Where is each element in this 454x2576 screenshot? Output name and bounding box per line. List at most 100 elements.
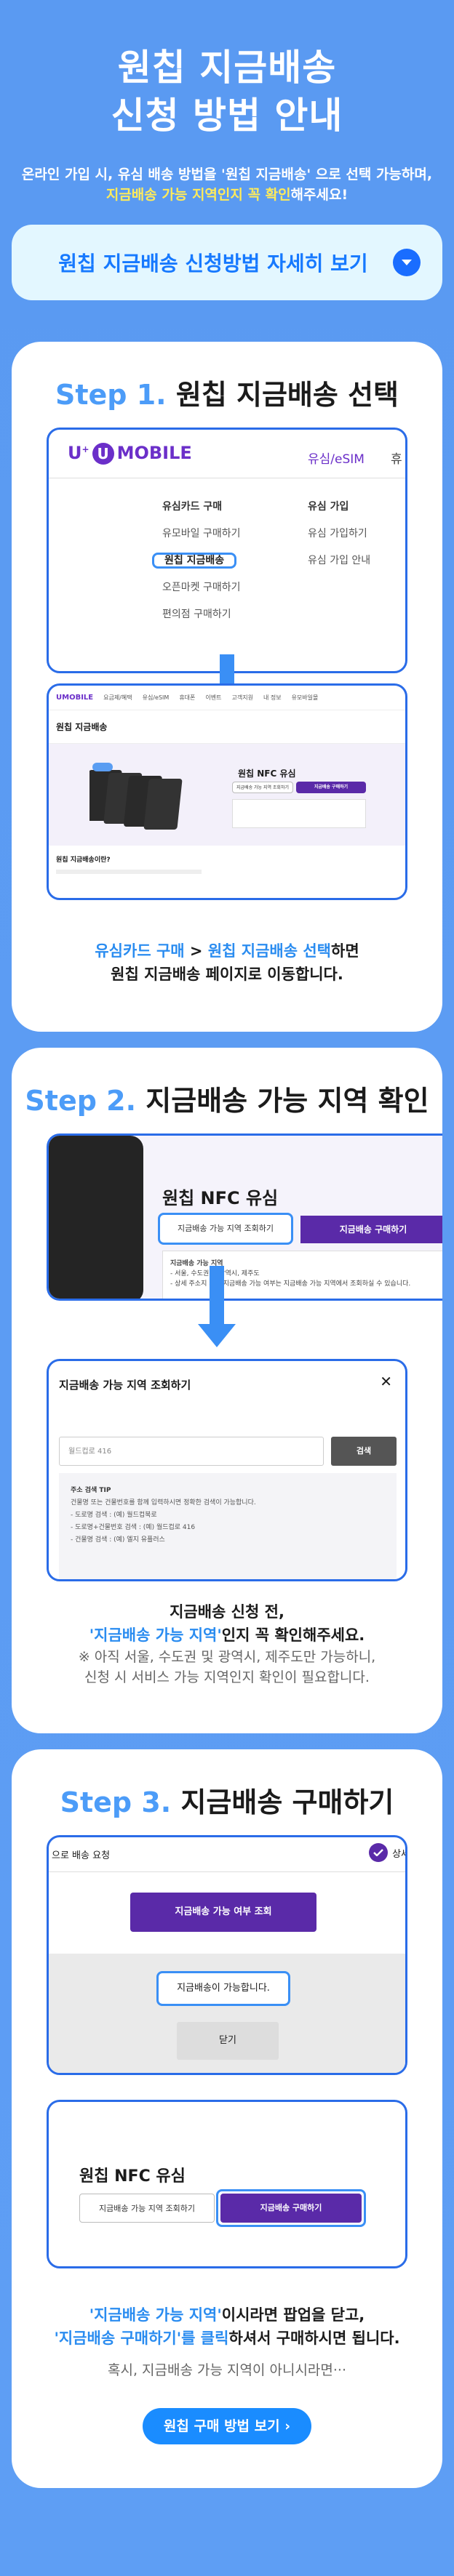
menu1-item-3[interactable]: 편의점 구매하기 bbox=[162, 601, 241, 628]
check-area-button[interactable]: 지금배송 가능 지역 조회하기 bbox=[79, 2194, 215, 2223]
caption-sep: > bbox=[184, 942, 208, 960]
mini-check-button[interactable]: 지금배송 가능 지역 조회하기 bbox=[232, 782, 293, 793]
buy-button[interactable]: 지금배송 구매하기 bbox=[300, 1216, 442, 1243]
delivery-request-label: 으로 배송 요청 bbox=[52, 1850, 111, 1861]
caption-rest: 하면 bbox=[331, 942, 359, 960]
close-icon[interactable]: ✕ bbox=[380, 1373, 392, 1390]
hero-subtitle-rest: 해주세요! bbox=[290, 187, 349, 203]
mini-nav-item[interactable]: 유모바일몰 bbox=[292, 694, 319, 702]
menu2-item-1[interactable]: 유심 가입 안내 bbox=[308, 547, 370, 574]
step3-heading: 지금배송 구매하기 bbox=[180, 1786, 394, 1818]
tip-line: 건물명 또는 건물번호를 함께 입력하시면 정확한 검색이 가능합니다. bbox=[71, 1499, 256, 1506]
caption-note1: ※ 아직 서울, 수도권 및 광역시, 제주도만 가능하니, bbox=[78, 1649, 376, 1665]
menu-highlight-label: 원칩 지금배송 bbox=[152, 553, 237, 569]
step2-number: Step 2. bbox=[25, 1085, 137, 1117]
tab-phone-cut[interactable]: 휴 bbox=[391, 449, 402, 467]
step3-card: Step 3. 지금배송 구매하기 으로 배송 요청 상세 지금배송 가능 여부… bbox=[12, 1749, 442, 2488]
caption-rest1: 이시라면 팝업을 닫고, bbox=[221, 2306, 365, 2324]
search-tip-box: 주소 검색 TIP 건물명 또는 건물번호를 함께 입력하시면 정확한 검색이 … bbox=[59, 1473, 397, 1579]
page-root: 원칩 지금배송 신청 방법 안내 온라인 가입 시, 유심 배송 방법을 '원칩… bbox=[0, 0, 454, 2576]
search-button[interactable]: 검색 bbox=[331, 1437, 397, 1466]
chevron-down-icon bbox=[393, 249, 421, 276]
step3-caption: '지금배송 가능 지역'이시라면 팝업을 닫고, '지금배송 구매하기'를 클릭… bbox=[12, 2303, 442, 2380]
caption-hl-c: 원칩 지금배송 선택 bbox=[207, 942, 331, 960]
toggle-label: 원칩 지금배송 신청방법 자세히 보기 bbox=[58, 252, 368, 276]
tab-usim-esim[interactable]: 유심/eSIM bbox=[308, 449, 365, 467]
buy-button[interactable]: 지금배송 구매하기 bbox=[220, 2194, 362, 2223]
step1-menu-screenshot: U+ U MOBILE 유심/eSIM 휴 유심카드 구매 유모바일 구매하기 원칩… bbox=[47, 428, 407, 673]
hero-title-line2: 신청 방법 안내 bbox=[111, 95, 343, 137]
mini-nav-item[interactable]: 내 정보 bbox=[263, 694, 282, 702]
menu1-item-1-highlight[interactable]: 원칩 지금배송 bbox=[152, 547, 241, 574]
mini-nav-item[interactable]: 휴대폰 bbox=[179, 694, 195, 702]
tip-head: 주소 검색 TIP bbox=[71, 1487, 111, 1494]
check-area-button[interactable]: 지금배송 가능 지역 조회하기 bbox=[158, 1213, 293, 1245]
mini-section-title: 원칩 지금배송이란? bbox=[56, 856, 111, 864]
step3-query-screenshot: 으로 배송 요청 상세 지금배송 가능 여부 조회 지금배송이 가능합니다. 닫… bbox=[47, 1835, 407, 2075]
detail-label: 상세 bbox=[392, 1848, 405, 1860]
step3-title: Step 3. 지금배송 구매하기 bbox=[12, 1780, 442, 1820]
address-search-input[interactable]: 월드컵로 416 bbox=[59, 1437, 324, 1466]
arrow-down-icon bbox=[198, 1266, 236, 1347]
caption-hl2: '지금배송 구매하기'를 클릭 bbox=[54, 2330, 229, 2347]
menu-usim-join: 유심 가입 유심 가입하기 유심 가입 안내 bbox=[308, 494, 370, 574]
caption-rest: 인지 꼭 확인해주세요. bbox=[221, 1626, 365, 1644]
step1-card: Step 1. 원칩 지금배송 선택 U+ U MOBILE 유심/eSIM 휴 유… bbox=[12, 342, 442, 1032]
menu1-item-2[interactable]: 오픈마켓 구매하기 bbox=[162, 574, 241, 601]
check-icon bbox=[369, 1843, 389, 1862]
caption-rest2: 하셔서 구매하시면 됩니다. bbox=[228, 2330, 400, 2347]
step2-card: Step 2. 지금배송 가능 지역 확인 원칩 NFC 유심 지금배송 가능 … bbox=[12, 1048, 442, 1733]
hero-title-line1: 원칩 지금배송 bbox=[117, 47, 337, 89]
mini-banner: 원칩 NFC 유심 지금배송 가능 지역 조회하기 지금배송 구매하기 bbox=[49, 744, 405, 846]
mini-info-box bbox=[232, 799, 366, 828]
step1-title: Step 1. 원칩 지금배송 선택 bbox=[12, 372, 442, 412]
caption-line2: 원칩 지금배송 페이지로 이동합니다. bbox=[111, 966, 343, 983]
top-bar: 으로 배송 요청 상세 bbox=[49, 1837, 405, 1872]
step1-caption: 유심카드 구매 > 원칩 지금배송 선택하면 원칩 지금배송 페이지로 이동합니… bbox=[12, 939, 442, 986]
product-name: 원칩 NFC 유심 bbox=[79, 2167, 186, 2186]
caption-hl1: '지금배송 가능 지역' bbox=[89, 2306, 222, 2324]
hero-title: 원칩 지금배송 신청 방법 안내 bbox=[0, 44, 454, 140]
available-message: 지금배송이 가능합니다. bbox=[156, 1971, 290, 2006]
hero-highlight: 지금배송 가능 지역인지 꼭 확인 bbox=[105, 187, 291, 203]
close-button[interactable]: 닫기 bbox=[177, 2022, 279, 2060]
caption-note2: 신청 시 서비스 가능 지역인지 확인이 필요합니다. bbox=[84, 1669, 370, 1685]
mini-buy-button[interactable]: 지금배송 구매하기 bbox=[296, 782, 366, 793]
step2-caption: 지금배송 신청 전, '지금배송 가능 지역'인지 꼭 확인해주세요. ※ 아직… bbox=[12, 1600, 442, 1688]
mini-nav-item[interactable]: 고객지원 bbox=[232, 694, 253, 702]
mini-nav-item[interactable]: 요금제/혜택 bbox=[103, 694, 132, 702]
mini-logo: UMOBILE bbox=[56, 694, 94, 702]
mini-text-line bbox=[56, 870, 202, 874]
caption-hl-a: 유심카드 구매 bbox=[95, 942, 185, 960]
caption-line1: 지금배송 신청 전, bbox=[170, 1603, 284, 1621]
mini-nav-item[interactable]: 이벤트 bbox=[205, 694, 221, 702]
menu1-item-0[interactable]: 유모바일 구매하기 bbox=[162, 521, 241, 547]
step3-buy-screenshot: 원칩 NFC 유심 지금배송 가능 지역 조회하기 지금배송 구매하기 bbox=[47, 2100, 407, 2268]
menu2-item-0[interactable]: 유심 가입하기 bbox=[308, 521, 370, 547]
product-name: 원칩 NFC 유심 bbox=[162, 1188, 279, 1208]
step2-heading: 지금배송 가능 지역 확인 bbox=[146, 1085, 429, 1117]
query-availability-button[interactable]: 지금배송 가능 여부 조회 bbox=[130, 1893, 316, 1932]
menu1-head: 유심카드 구매 bbox=[162, 501, 223, 513]
logo-text: MOBILE bbox=[116, 443, 192, 463]
step1-page-screenshot: UMOBILE 요금제/혜택 유심/eSIM 휴대폰 이벤트 고객지원 내 정보… bbox=[47, 683, 407, 900]
caption-hl: '지금배송 가능 지역' bbox=[89, 1626, 222, 1644]
tip-line: - 건물명 검색 : (예) 엘지 유플러스 bbox=[71, 1536, 165, 1544]
step2-popup-screenshot: 지금배송 가능 지역 조회하기 ✕ 월드컵로 416 검색 주소 검색 TIP … bbox=[47, 1359, 407, 1581]
caption-note: 혹시, 지금배송 가능 지역이 아니시라면··· bbox=[108, 2362, 346, 2378]
how-to-buy-button[interactable]: 원칩 구매 방법 보기 › bbox=[143, 2408, 311, 2444]
umobile-logo: U+ U MOBILE bbox=[68, 443, 192, 465]
step1-number: Step 1. bbox=[55, 379, 167, 411]
menu2-head: 유심 가입 bbox=[308, 501, 349, 513]
mini-nav: UMOBILE 요금제/혜택 유심/eSIM 휴대폰 이벤트 고객지원 내 정보… bbox=[49, 686, 405, 710]
logo-circle: U bbox=[92, 443, 114, 465]
sim-cards-image bbox=[89, 763, 183, 830]
mini-nav-item[interactable]: 유심/eSIM bbox=[143, 694, 170, 702]
step2-product-screenshot: 원칩 NFC 유심 지금배송 가능 지역 조회하기 지금배송 구매하기 지금배송… bbox=[47, 1133, 442, 1301]
step3-number: Step 3. bbox=[60, 1786, 172, 1818]
how-to-apply-toggle-button[interactable]: 원칩 지금배송 신청방법 자세히 보기 bbox=[12, 225, 442, 300]
detail-check[interactable]: 상세 bbox=[369, 1843, 405, 1862]
mini-product-name: 원칩 NFC 유심 bbox=[238, 769, 296, 779]
menu-usim-purchase: 유심카드 구매 유모바일 구매하기 원칩 지금배송 오픈마켓 구매하기 편의점 … bbox=[152, 494, 241, 628]
tip-line: - 도로명+건물번호 검색 : (예) 월드컵로 416 bbox=[71, 1524, 196, 1531]
